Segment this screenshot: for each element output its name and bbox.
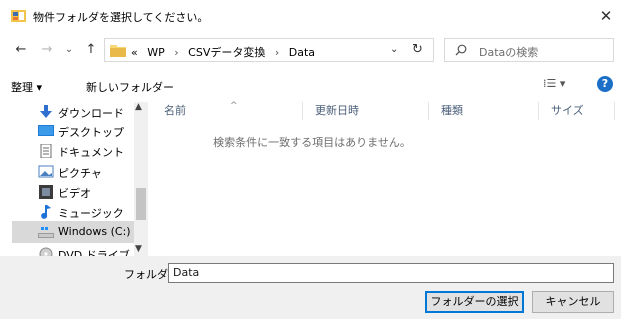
select-folder-button[interactable]: フォルダーの選択 (425, 291, 524, 313)
sidebar-item-documents[interactable]: ドキュメント (12, 140, 134, 162)
breadcrumb-separator[interactable]: › (174, 46, 178, 59)
navigation-bar: ← → ⌄ ↑ « WP › CSVデータ変換 › Data ⌄ ↻ Dataの… (0, 32, 621, 68)
documents-icon (40, 144, 52, 158)
scrollbar-thumb[interactable] (136, 188, 146, 220)
column-header-name[interactable]: 名前 ^ (152, 101, 302, 120)
drive-icon (38, 227, 54, 238)
desktop-icon (38, 125, 54, 136)
dialog-footer: フォルダー: Data フォルダーの選択 キャンセル (0, 256, 621, 319)
sidebar-item-videos[interactable]: ビデオ (12, 181, 134, 203)
column-header-type[interactable]: 種類 (429, 102, 538, 120)
search-placeholder: Dataの検索 (479, 46, 539, 59)
search-box[interactable]: Dataの検索 (444, 38, 614, 62)
sidebar-item-music[interactable]: ミュージック (12, 201, 134, 223)
pictures-icon (38, 165, 54, 178)
dvd-icon (39, 247, 53, 256)
forward-icon[interactable]: → (38, 41, 56, 59)
file-list: 名前 ^ 更新日時 種類 サイズ 検索条件に一致する項目はありません。 (152, 101, 621, 256)
download-icon (40, 105, 52, 118)
column-header-modified[interactable]: 更新日時 (303, 102, 428, 120)
address-bar[interactable]: « WP › CSVデータ変換 › Data ⌄ ↻ (104, 38, 434, 62)
breadcrumb-item[interactable]: CSVデータ変換 (188, 46, 265, 59)
column-header-label: 種類 (441, 104, 463, 117)
breadcrumb-item[interactable]: WP (147, 46, 165, 59)
sidebar-item-pictures[interactable]: ピクチャ (12, 161, 134, 183)
sidebar-item-desktop[interactable]: デスクトップ (12, 120, 134, 142)
navigation-pane: ダウンロード デスクトップ ドキュメント ピクチャ ビデオ ミュージック Win… (0, 102, 148, 256)
app-icon (11, 10, 26, 22)
close-icon[interactable]: ✕ (591, 0, 621, 32)
window-title: 物件フォルダを選択してください。 (33, 11, 209, 24)
view-options-icon[interactable]: ⁞☰ ▾ (543, 77, 565, 90)
sidebar-item-label: ピクチャ (58, 167, 102, 180)
search-icon (455, 44, 467, 56)
sidebar-item-windows-c[interactable]: Windows (C:) (12, 221, 134, 243)
cancel-button[interactable]: キャンセル (532, 291, 614, 313)
organize-button[interactable]: 整理 ▾ (11, 79, 42, 95)
music-icon (41, 205, 51, 219)
new-folder-button[interactable]: 新しいフォルダー (86, 79, 174, 95)
recent-locations-icon[interactable]: ⌄ (60, 41, 78, 59)
empty-folder-message: 検索条件に一致する項目はありません。 (213, 136, 411, 149)
sidebar-item-label: Windows (C:) (58, 225, 131, 238)
column-header-label: サイズ (551, 104, 584, 117)
column-header-label: 名前 (164, 104, 186, 117)
scroll-up-icon[interactable]: ▲ (135, 102, 142, 112)
refresh-icon[interactable]: ↻ (412, 42, 423, 57)
up-folder-icon[interactable]: ↑ (82, 41, 100, 59)
breadcrumb-item[interactable]: Data (289, 46, 315, 59)
breadcrumb-separator[interactable]: › (275, 46, 279, 59)
videos-icon (39, 185, 53, 199)
folder-icon (110, 45, 126, 57)
sidebar-item-label: ビデオ (58, 187, 91, 200)
sort-ascending-icon: ^ (230, 101, 238, 111)
help-icon[interactable]: ? (597, 76, 613, 92)
sidebar-item-dvd-drive[interactable]: DVD ドライブ (D:) (12, 243, 148, 256)
scroll-down-icon[interactable]: ▼ (135, 244, 142, 254)
address-dropdown-icon[interactable]: ⌄ (390, 44, 398, 55)
column-divider[interactable] (614, 102, 615, 120)
command-toolbar: 整理 ▾ 新しいフォルダー ⁞☰ ▾ ? (0, 68, 621, 102)
back-icon[interactable]: ← (12, 41, 30, 59)
breadcrumb: « WP › CSVデータ変換 › Data (131, 44, 321, 60)
title-bar: 物件フォルダを選択してください。 ✕ (0, 0, 621, 32)
column-header-size[interactable]: サイズ (539, 102, 614, 120)
folder-name-field[interactable]: Data (168, 263, 614, 283)
sidebar-item-label: ダウンロード (58, 107, 124, 120)
column-header-label: 更新日時 (315, 104, 359, 117)
breadcrumb-overflow[interactable]: « (131, 46, 138, 59)
sidebar-scrollbar[interactable]: ▲ ▼ (134, 102, 148, 256)
sidebar-item-label: デスクトップ (58, 126, 124, 139)
sidebar-item-label: ミュージック (58, 207, 124, 220)
sidebar-item-label: ドキュメント (58, 146, 124, 159)
